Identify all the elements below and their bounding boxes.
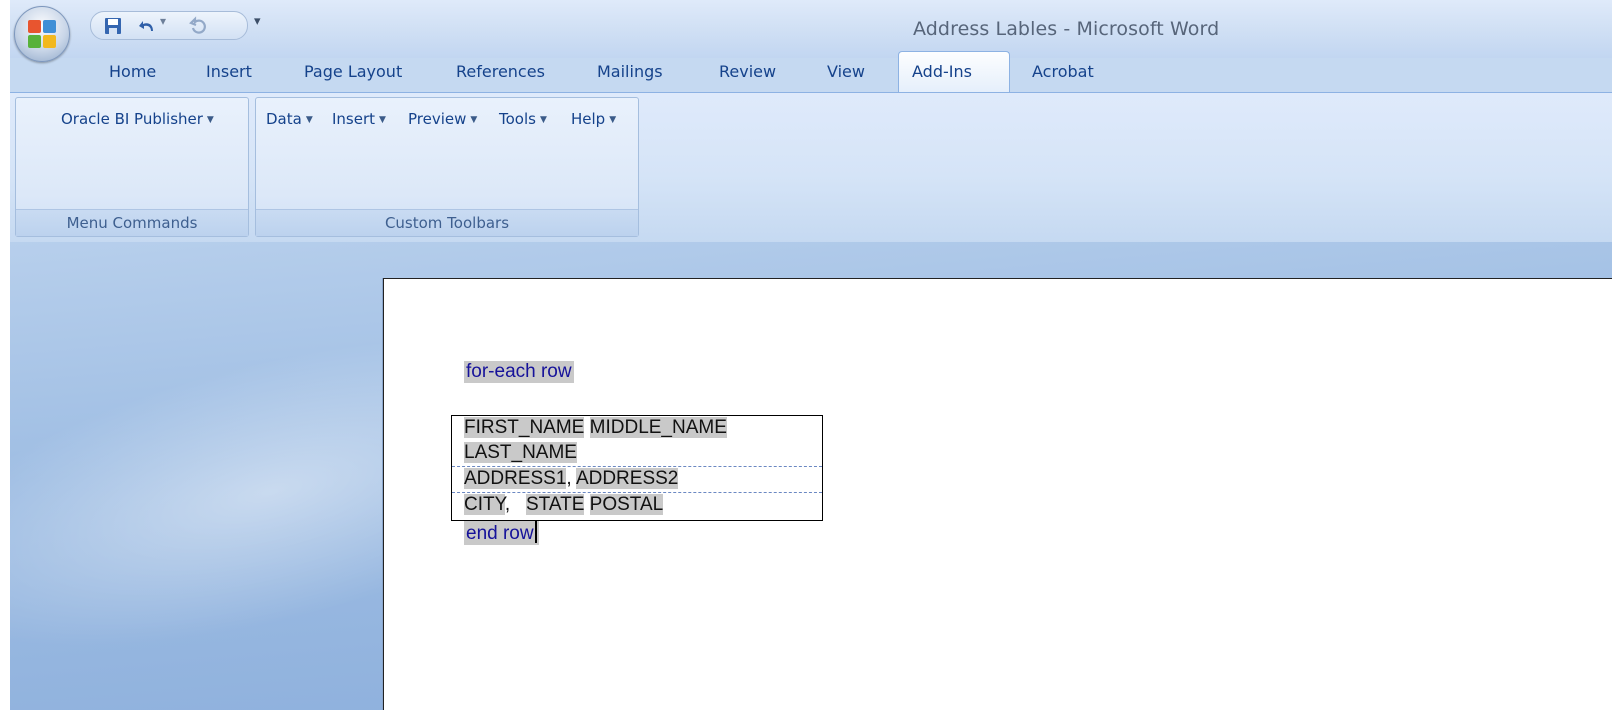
address-line-city: CITY, STATE POSTAL [464, 494, 664, 516]
city-separator: , [504, 494, 526, 515]
group-label-custom-toolbars: Custom Toolbars [256, 209, 638, 236]
cell-divider [452, 466, 822, 467]
text-cursor [534, 521, 537, 543]
tools-menu[interactable]: Tools ▼ [499, 110, 547, 128]
undo-icon[interactable] [137, 16, 157, 36]
document-workspace: for-each row FIRST_NAME MIDDLE_NAME LAST… [10, 242, 1612, 710]
address-line-last-name: LAST_NAME [464, 442, 577, 464]
chevron-down-icon: ▼ [305, 115, 313, 125]
group-label-menu-commands: Menu Commands [16, 209, 248, 236]
save-icon[interactable] [103, 16, 123, 36]
address2-field[interactable]: ADDRESS2 [575, 468, 679, 489]
tab-references[interactable]: References [456, 62, 545, 81]
help-menu[interactable]: Help ▼ [571, 110, 616, 128]
data-menu[interactable]: Data ▼ [266, 110, 313, 128]
redo-icon[interactable] [189, 16, 209, 36]
tab-add-ins[interactable]: Add-Ins [898, 51, 1010, 94]
insert-menu-label: Insert [332, 110, 376, 128]
tab-insert[interactable]: Insert [206, 62, 252, 81]
group-menu-commands: Oracle BI Publisher ▼ Menu Commands [15, 97, 249, 237]
preview-menu[interactable]: Preview ▼ [408, 110, 477, 128]
oracle-bi-publisher-menu[interactable]: Oracle BI Publisher ▼ [61, 110, 214, 128]
cell-divider [452, 492, 822, 493]
address-line-address: ADDRESS1, ADDRESS2 [464, 468, 679, 490]
middle-name-field[interactable]: MIDDLE_NAME [589, 417, 727, 438]
title-bar: ▾ ▾ Address Lables - Microsoft Word Home… [10, 0, 1612, 94]
chevron-down-icon: ▼ [609, 115, 617, 125]
customize-qat-icon[interactable]: ▾ [254, 14, 261, 29]
preview-menu-label: Preview [408, 110, 467, 128]
window-title: Address Lables - Microsoft Word [913, 18, 1220, 40]
chevron-down-icon: ▼ [539, 115, 547, 125]
tab-mailings[interactable]: Mailings [597, 62, 663, 81]
document-page[interactable]: for-each row FIRST_NAME MIDDLE_NAME LAST… [383, 278, 1612, 710]
chevron-down-icon: ▼ [206, 115, 214, 125]
name-separator [584, 417, 589, 438]
chevron-down-icon: ▼ [470, 115, 478, 125]
first-name-field[interactable]: FIRST_NAME [464, 417, 585, 438]
address-line-name: FIRST_NAME MIDDLE_NAME [464, 417, 727, 439]
tab-page-layout[interactable]: Page Layout [304, 62, 402, 81]
undo-dropdown-icon[interactable]: ▾ [160, 14, 166, 28]
city-field[interactable]: CITY [464, 494, 505, 515]
address-separator: , [566, 468, 576, 489]
for-each-field[interactable]: for-each row [464, 361, 574, 383]
group-custom-toolbars: Data ▼ Insert ▼ Preview ▼ Tools ▼ Help ▼ Cust… [255, 97, 639, 237]
postal-field[interactable]: POSTAL [589, 494, 664, 515]
insert-menu[interactable]: Insert ▼ [332, 110, 386, 128]
end-row-field[interactable]: end row [464, 521, 539, 545]
state-separator [584, 494, 589, 515]
chevron-down-icon: ▼ [379, 115, 386, 125]
office-logo-icon [28, 20, 56, 48]
state-field[interactable]: STATE [525, 494, 585, 515]
office-button[interactable] [14, 6, 70, 62]
tab-add-ins-label: Add-Ins [912, 62, 972, 81]
tools-menu-label: Tools [499, 110, 536, 128]
tab-home[interactable]: Home [109, 62, 156, 81]
oracle-bi-publisher-label: Oracle BI Publisher [61, 110, 203, 128]
quick-access-toolbar: ▾ [90, 11, 248, 40]
tab-view[interactable]: View [827, 62, 865, 81]
address-table[interactable]: FIRST_NAME MIDDLE_NAME LAST_NAME ADDRESS… [451, 415, 823, 521]
help-menu-label: Help [571, 110, 606, 128]
tab-review[interactable]: Review [719, 62, 776, 81]
ribbon: Oracle BI Publisher ▼ Menu Commands Data ▼… [10, 92, 1612, 243]
last-name-field[interactable]: LAST_NAME [464, 442, 577, 463]
end-row-label: end row [466, 523, 534, 544]
tab-acrobat[interactable]: Acrobat [1032, 62, 1094, 81]
address1-field[interactable]: ADDRESS1 [464, 468, 567, 489]
data-menu-label: Data [266, 110, 302, 128]
word-window: ▾ ▾ Address Lables - Microsoft Word Home… [10, 0, 1612, 710]
